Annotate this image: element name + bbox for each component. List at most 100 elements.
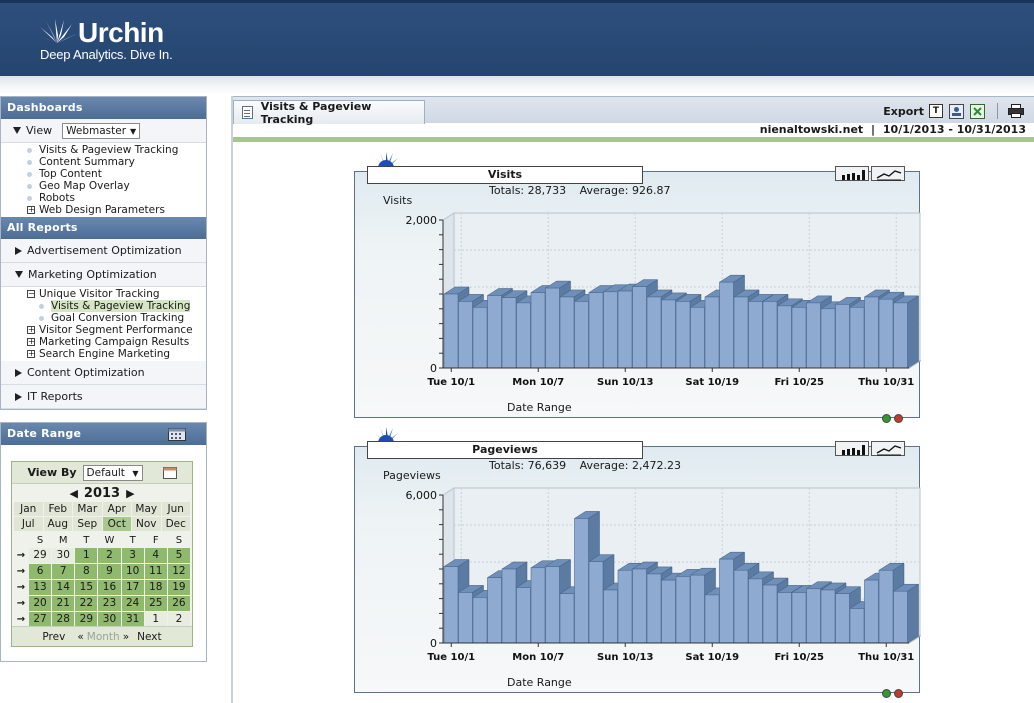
calendar-day[interactable]: 6: [29, 564, 52, 579]
view-by-select[interactable]: Default ▼: [82, 464, 143, 481]
tab-visits-pageview[interactable]: Visits & Pageview Tracking: [233, 99, 425, 126]
printer-icon[interactable]: [1008, 104, 1024, 118]
text-export-icon[interactable]: T: [929, 104, 943, 118]
bar: [443, 566, 459, 644]
view-select[interactable]: Webmaster ▼: [62, 122, 141, 139]
line-chart-button[interactable]: [871, 166, 905, 181]
calendar-icon[interactable]: [168, 426, 186, 441]
calendar-day[interactable]: 1: [144, 612, 167, 627]
month-jul[interactable]: Jul: [14, 517, 43, 531]
chevron-down-icon: ▼: [129, 126, 137, 136]
collapse-minus-icon[interactable]: −: [27, 290, 35, 298]
calendar-day[interactable]: 25: [144, 596, 167, 611]
triangle-down-icon[interactable]: [13, 127, 21, 134]
bar: [530, 292, 546, 369]
dashboard-item[interactable]: Top Content: [27, 168, 206, 180]
report-item[interactable]: − Unique Visitor Tracking: [27, 288, 206, 300]
calendar-day[interactable]: 22: [75, 596, 98, 611]
select-week-arrow-icon[interactable]: →: [14, 596, 28, 611]
calendar-day[interactable]: 31: [121, 612, 144, 627]
month-jan[interactable]: Jan: [14, 502, 43, 516]
section-marketing-optimization[interactable]: Marketing Optimization: [1, 263, 206, 287]
month-apr[interactable]: Apr: [102, 502, 131, 516]
double-right-icon[interactable]: »: [123, 631, 129, 643]
section-it-reports[interactable]: IT Reports: [1, 385, 206, 409]
select-week-arrow-icon[interactable]: →: [14, 548, 28, 563]
calendar-day[interactable]: 5: [167, 548, 190, 563]
calendar-day[interactable]: 28: [52, 612, 75, 627]
prev-link[interactable]: Prev: [42, 631, 65, 643]
month-dec[interactable]: Dec: [161, 517, 190, 531]
excel-export-icon[interactable]: [970, 103, 985, 119]
report-item[interactable]: + Visitor Segment Performance: [27, 324, 206, 336]
month-jun[interactable]: Jun: [161, 502, 190, 516]
calendar-day[interactable]: 29: [29, 548, 52, 563]
prev-year-arrow-icon[interactable]: ◀: [69, 487, 77, 500]
calendar-day[interactable]: 18: [144, 580, 167, 595]
calendar-day[interactable]: 30: [98, 612, 121, 627]
month-may[interactable]: May: [132, 502, 161, 516]
report-item[interactable]: Goal Conversion Tracking: [27, 312, 206, 324]
dashboard-item[interactable]: Robots: [27, 192, 206, 204]
month-feb[interactable]: Feb: [43, 502, 72, 516]
calendar-icon[interactable]: [162, 466, 177, 479]
calendar-day[interactable]: 23: [98, 596, 121, 611]
expand-plus-icon[interactable]: +: [27, 206, 35, 214]
calendar-day[interactable]: 19: [167, 580, 190, 595]
expand-plus-icon[interactable]: +: [27, 350, 35, 358]
section-advertisement-optimization[interactable]: Advertisement Optimization: [1, 239, 206, 263]
calendar-day[interactable]: 30: [52, 548, 75, 563]
dashboard-item[interactable]: Geo Map Overlay: [27, 180, 206, 192]
calendar-day[interactable]: 9: [98, 564, 121, 579]
bar-chart-button[interactable]: [835, 441, 869, 456]
month-aug[interactable]: Aug: [43, 517, 72, 531]
calendar-day[interactable]: 8: [75, 564, 98, 579]
line-chart-button[interactable]: [871, 441, 905, 456]
expand-plus-icon[interactable]: +: [27, 338, 35, 346]
calendar-day[interactable]: 21: [52, 596, 75, 611]
calendar-day[interactable]: 20: [29, 596, 52, 611]
next-link[interactable]: Next: [137, 631, 161, 643]
month-nov[interactable]: Nov: [132, 517, 161, 531]
expand-plus-icon[interactable]: +: [27, 326, 35, 334]
calendar-day[interactable]: 1: [75, 548, 98, 563]
report-item[interactable]: Visits & Pageview Tracking: [27, 300, 206, 312]
select-week-arrow-icon[interactable]: →: [14, 564, 28, 579]
select-week-arrow-icon[interactable]: →: [14, 612, 28, 627]
calendar-day[interactable]: 7: [52, 564, 75, 579]
calendar-day[interactable]: 26: [167, 596, 190, 611]
calendar-day[interactable]: 13: [29, 580, 52, 595]
month-mar[interactable]: Mar: [73, 502, 102, 516]
calendar-day[interactable]: 16: [98, 580, 121, 595]
calendar-day[interactable]: 10: [121, 564, 144, 579]
report-item[interactable]: + Marketing Campaign Results: [27, 336, 206, 348]
calendar-day[interactable]: 12: [167, 564, 190, 579]
y-tick-label: 6,000: [406, 489, 438, 502]
calendar-day[interactable]: 29: [75, 612, 98, 627]
next-year-arrow-icon[interactable]: ▶: [126, 487, 134, 500]
month-sep[interactable]: Sep: [73, 517, 102, 531]
double-left-icon[interactable]: «: [77, 631, 83, 643]
calendar-day[interactable]: 15: [75, 580, 98, 595]
bar-chart-button[interactable]: [835, 166, 869, 181]
dashboard-item[interactable]: Visits & Pageview Tracking: [27, 144, 206, 156]
calendar-day[interactable]: 2: [98, 548, 121, 563]
report-item[interactable]: + Search Engine Marketing: [27, 348, 206, 360]
calendar-day[interactable]: 11: [144, 564, 167, 579]
dashboard-item[interactable]: + Web Design Parameters: [27, 204, 206, 216]
dashboard-item[interactable]: Content Summary: [27, 156, 206, 168]
xml-export-icon[interactable]: [949, 103, 964, 119]
calendar-day[interactable]: 3: [121, 548, 144, 563]
section-content-optimization[interactable]: Content Optimization: [1, 361, 206, 385]
select-week-arrow-icon[interactable]: →: [14, 580, 28, 595]
week-row: → 29 30 1 2 3 4 5: [12, 548, 192, 563]
month-oct[interactable]: Oct: [102, 517, 131, 531]
calendar-day[interactable]: 17: [121, 580, 144, 595]
calendar-day[interactable]: 27: [29, 612, 52, 627]
calendar-day[interactable]: 24: [121, 596, 144, 611]
calendar-day[interactable]: 2: [167, 612, 190, 627]
tab-label: Visits & Pageview Tracking: [260, 99, 372, 126]
calendar-day[interactable]: 14: [52, 580, 75, 595]
calendar-day[interactable]: 4: [144, 548, 167, 563]
bar: [458, 301, 473, 369]
